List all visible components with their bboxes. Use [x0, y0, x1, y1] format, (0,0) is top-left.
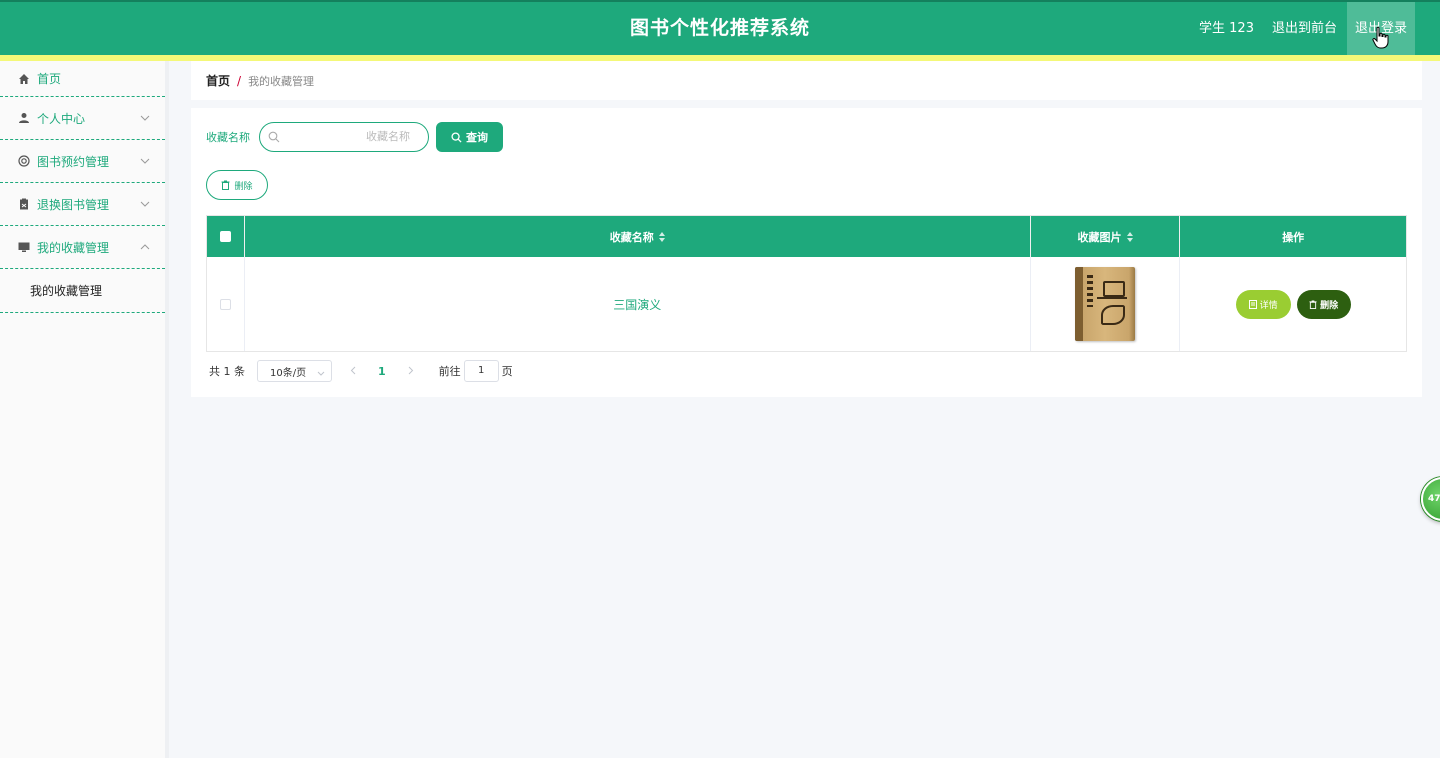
- detail-button[interactable]: 详情: [1235, 289, 1291, 319]
- trash-icon: [1309, 300, 1317, 309]
- chevron-left-icon: [350, 366, 356, 374]
- current-user: 学生 123: [1199, 21, 1254, 36]
- monitor-icon: [18, 241, 30, 253]
- clipboard-icon: [18, 198, 30, 210]
- back-to-front-link[interactable]: 退出到前台: [1272, 2, 1337, 55]
- sidebar-item-book-reservation[interactable]: 图书预约管理: [0, 140, 165, 183]
- pagination-total: 共 1 条: [209, 365, 245, 378]
- breadcrumb-home[interactable]: 首页: [206, 72, 230, 89]
- sidebar-item-book-return[interactable]: 退换图书管理: [0, 183, 165, 226]
- sort-icon[interactable]: [1126, 231, 1133, 242]
- header-select-all[interactable]: [207, 216, 245, 257]
- book-cover-image: [1075, 267, 1135, 341]
- main-content: 收藏名称 查询 删除 收藏名称 收藏图片: [191, 108, 1422, 397]
- breadcrumb-current: 我的收藏管理: [248, 74, 315, 88]
- next-page-button[interactable]: [408, 365, 414, 378]
- chevron-down-icon: [139, 155, 151, 167]
- hand-cursor-icon: [1372, 26, 1389, 49]
- breadcrumb-separator: /: [237, 73, 242, 88]
- chevron-down-icon: [139, 112, 151, 124]
- column-header-label: 收藏图片: [1077, 230, 1122, 244]
- column-header-image[interactable]: 收藏图片: [1031, 216, 1181, 257]
- goto-page-input[interactable]: 1: [463, 360, 499, 382]
- pagination: 共 1 条 10条/页 1 前往 1 页: [209, 360, 513, 382]
- row-image-cell: [1031, 257, 1181, 351]
- row-actions-cell: 详情 删除: [1180, 257, 1406, 351]
- column-header-name[interactable]: 收藏名称: [245, 216, 1031, 257]
- document-icon: [1248, 299, 1257, 309]
- top-header: 图书个性化推荐系统 学生 123 退出到前台 退出登录: [0, 0, 1440, 55]
- chevron-down-icon: [139, 198, 151, 210]
- breadcrumb: 首页 / 我的收藏管理: [191, 61, 1422, 100]
- floating-widget[interactable]: 47: [1421, 477, 1440, 521]
- lifebuoy-icon: [18, 155, 30, 167]
- favorites-table: 收藏名称 收藏图片 操作 三国演义 详情 删除: [206, 215, 1407, 352]
- sort-icon[interactable]: [658, 231, 665, 242]
- sidebar-item-label: 我的收藏管理: [37, 240, 110, 255]
- column-header-actions: 操作: [1180, 216, 1406, 257]
- goto-label: 前往: [438, 365, 461, 378]
- chevron-right-icon: [408, 366, 413, 374]
- column-header-label: 收藏名称: [609, 230, 654, 244]
- user-icon: [18, 112, 30, 124]
- chevron-down-icon: [317, 368, 325, 379]
- sidebar-item-home[interactable]: 首页: [0, 61, 165, 97]
- row-name-cell: 三国演义: [245, 257, 1031, 351]
- page-number[interactable]: 1: [378, 365, 386, 378]
- sidebar: 首页 个人中心 图书预约管理 退换图书管理 我的收藏管理 我的收藏管理: [0, 61, 169, 758]
- search-icon: [268, 131, 280, 143]
- prev-page-button[interactable]: [350, 365, 356, 378]
- trash-icon: [221, 180, 230, 190]
- detail-button-label: 详情: [1259, 299, 1278, 310]
- sidebar-item-label: 退换图书管理: [37, 197, 110, 212]
- page-size-value: 10条/页: [270, 367, 307, 379]
- home-icon: [18, 73, 30, 85]
- table-header: 收藏名称 收藏图片 操作: [207, 216, 1406, 257]
- sidebar-item-my-favorites[interactable]: 我的收藏管理: [0, 226, 165, 269]
- batch-delete-button[interactable]: 删除: [206, 170, 268, 200]
- table-row: 三国演义 详情 删除: [207, 257, 1406, 351]
- row-delete-label: 删除: [1320, 299, 1339, 310]
- chevron-up-icon: [139, 241, 151, 253]
- search-input[interactable]: [284, 127, 410, 147]
- row-checkbox[interactable]: [219, 298, 231, 310]
- page-unit-label: 页: [501, 365, 513, 378]
- query-button[interactable]: 查询: [436, 122, 503, 152]
- search-icon: [451, 131, 462, 143]
- batch-delete-label: 删除: [234, 180, 253, 191]
- favorite-name: 三国演义: [613, 297, 662, 312]
- sidebar-item-personal-center[interactable]: 个人中心: [0, 97, 165, 140]
- row-delete-button[interactable]: 删除: [1296, 289, 1351, 319]
- select-all-checkbox[interactable]: [219, 231, 231, 242]
- sidebar-item-label: 图书预约管理: [37, 154, 110, 169]
- column-header-label: 操作: [1282, 230, 1305, 244]
- page-size-select[interactable]: 10条/页: [257, 360, 332, 382]
- sidebar-item-label: 个人中心: [37, 111, 86, 126]
- search-bar: 收藏名称 查询: [206, 122, 503, 152]
- search-label: 收藏名称: [206, 131, 250, 144]
- query-button-label: 查询: [466, 132, 488, 144]
- search-field[interactable]: [259, 122, 429, 152]
- row-select[interactable]: [207, 257, 245, 351]
- sidebar-subitem-my-favorites[interactable]: 我的收藏管理: [0, 269, 165, 313]
- sidebar-item-label: 首页: [37, 72, 62, 86]
